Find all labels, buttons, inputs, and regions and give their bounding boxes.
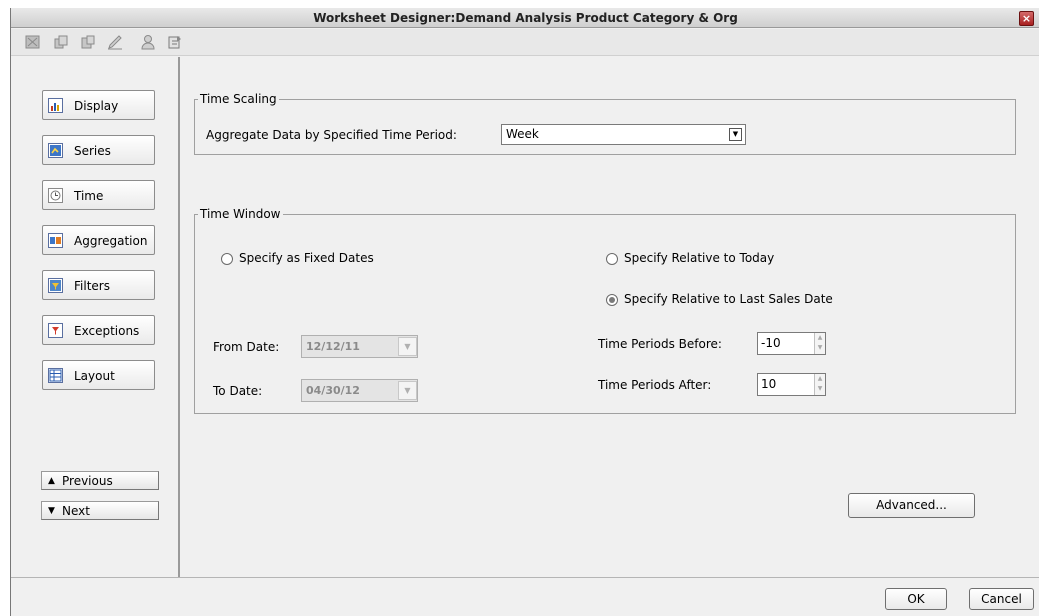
close-button[interactable]: × — [1019, 11, 1034, 26]
time-scaling-group: Time Scaling Aggregate Data by Specified… — [194, 92, 1016, 155]
exceptions-icon — [48, 323, 63, 338]
ok-button[interactable]: OK — [885, 588, 947, 610]
from-date-label: From Date: — [213, 340, 280, 354]
time-window-legend: Time Window — [198, 207, 283, 221]
relative-today-radio[interactable] — [606, 253, 618, 265]
time-period-select[interactable]: Week ▼ — [501, 124, 746, 145]
spinner-arrows-icon[interactable]: ▲ ▼ — [814, 374, 825, 395]
chart-icon — [48, 98, 63, 113]
window-title: Worksheet Designer:Demand Analysis Produ… — [313, 11, 738, 25]
copy-icon[interactable] — [53, 34, 69, 50]
nav-button-series[interactable]: Series — [42, 135, 155, 165]
radio-selected-dot — [609, 297, 615, 303]
to-date-input[interactable]: 04/30/12 ▼ — [301, 379, 418, 402]
background-window-strip — [0, 0, 1039, 8]
periods-before-value: -10 — [761, 336, 781, 350]
calendar-dropdown-icon[interactable]: ▼ — [398, 381, 417, 400]
nav-button-filters[interactable]: Filters — [42, 270, 155, 300]
nav-button-time[interactable]: Time — [42, 180, 155, 210]
edit-icon[interactable] — [107, 34, 123, 50]
paste-icon[interactable] — [80, 34, 96, 50]
nav-label-time: Time — [74, 189, 104, 203]
relative-last-sales-radio[interactable] — [606, 294, 618, 306]
time-scaling-legend: Time Scaling — [198, 92, 279, 106]
from-date-input[interactable]: 12/12/11 ▼ — [301, 335, 418, 358]
fixed-dates-radio[interactable] — [221, 253, 233, 265]
time-settings-content: Time Scaling Aggregate Data by Specified… — [182, 57, 1039, 577]
periods-before-label: Time Periods Before: — [598, 337, 722, 351]
layout-icon — [48, 368, 63, 383]
export-icon[interactable] — [167, 34, 183, 50]
nav-label-aggregation: Aggregation — [74, 234, 148, 248]
relative-last-sales-label: Specify Relative to Last Sales Date — [624, 292, 833, 306]
dropdown-arrow-icon[interactable]: ▼ — [729, 128, 742, 141]
cancel-button[interactable]: Cancel — [969, 588, 1034, 610]
nav-label-filters: Filters — [74, 279, 110, 293]
aggregation-icon — [48, 233, 63, 248]
worksheet-designer-window: Worksheet Designer:Demand Analysis Produ… — [10, 8, 1039, 616]
filter-icon — [48, 278, 63, 293]
series-icon — [48, 143, 63, 158]
to-date-value: 04/30/12 — [306, 384, 360, 397]
triangle-up-icon: ▲ — [48, 476, 55, 486]
nav-button-display[interactable]: Display — [42, 90, 155, 120]
nav-button-exceptions[interactable]: Exceptions — [42, 315, 155, 345]
calendar-dropdown-icon[interactable]: ▼ — [398, 337, 417, 356]
nav-label-display: Display — [74, 99, 119, 113]
time-period-value: Week — [506, 127, 539, 141]
periods-after-value: 10 — [761, 377, 777, 391]
dialog-footer: OK Cancel — [11, 577, 1039, 616]
previous-label: Previous — [62, 474, 113, 488]
aggregate-period-label: Aggregate Data by Specified Time Period: — [206, 128, 457, 142]
periods-before-spinner[interactable]: -10 ▲ ▼ — [757, 332, 826, 355]
nav-button-aggregation[interactable]: Aggregation — [42, 225, 155, 255]
to-date-label: To Date: — [213, 384, 263, 398]
clock-icon — [48, 188, 63, 203]
nav-button-layout[interactable]: Layout — [42, 360, 155, 390]
next-label: Next — [62, 504, 90, 518]
nav-label-exceptions: Exceptions — [74, 324, 140, 338]
time-window-group: Time Window Specify as Fixed Dates Speci… — [194, 207, 1016, 414]
next-button[interactable]: ▼ Next — [41, 501, 159, 520]
triangle-down-icon: ▼ — [48, 506, 55, 516]
open-icon[interactable] — [25, 34, 41, 50]
advanced-button[interactable]: Advanced... — [848, 493, 975, 518]
toolbar — [11, 29, 1039, 56]
wizard-navigation-panel: Display Series Time Aggregation Filters — [12, 57, 180, 577]
from-date-value: 12/12/11 — [306, 340, 360, 353]
title-bar: Worksheet Designer:Demand Analysis Produ… — [11, 8, 1039, 28]
fixed-dates-label: Specify as Fixed Dates — [239, 251, 374, 265]
nav-label-series: Series — [74, 144, 111, 158]
spinner-arrows-icon[interactable]: ▲ ▼ — [814, 333, 825, 354]
periods-after-label: Time Periods After: — [598, 378, 712, 392]
periods-after-spinner[interactable]: 10 ▲ ▼ — [757, 373, 826, 396]
previous-button[interactable]: ▲ Previous — [41, 471, 159, 490]
nav-label-layout: Layout — [74, 369, 115, 383]
relative-today-label: Specify Relative to Today — [624, 251, 775, 265]
user-icon[interactable] — [140, 34, 156, 50]
